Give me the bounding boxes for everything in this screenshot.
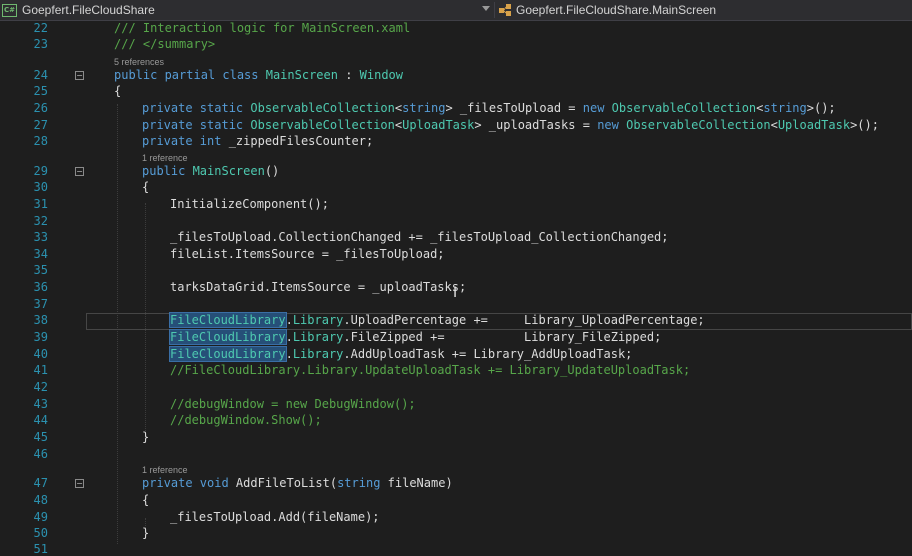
code-text: //debugWindow = new DebugWindow(); (170, 397, 416, 411)
line-number: 48 (33, 493, 48, 507)
line-number: 32 (33, 214, 48, 228)
codelens-references[interactable]: 5 references (114, 57, 164, 67)
code-text: { (114, 84, 122, 98)
codelens-references[interactable]: 1 reference (142, 465, 188, 475)
divider (494, 2, 495, 18)
selected-text: FileCloudLibrary (169, 329, 287, 345)
code-text: _filesToUpload.CollectionChanged += _fil… (170, 230, 669, 244)
code-text: } (142, 430, 150, 444)
line-number: 40 (33, 347, 48, 361)
csharp-project-icon: C# (2, 3, 17, 17)
chevron-down-icon[interactable] (482, 6, 490, 11)
line-number: 27 (33, 118, 48, 132)
line-number: 41 (33, 363, 48, 377)
code-text: //debugWindow.Show(); (170, 413, 322, 427)
ibeam-cursor-icon: I (453, 285, 458, 301)
line-number: 25 (33, 84, 48, 98)
selected-text: FileCloudLibrary (169, 312, 287, 328)
class-icon (499, 4, 511, 16)
navigation-bar: C# Goepfert.FileCloudShare Goepfert.File… (0, 0, 912, 21)
line-number: 50 (33, 526, 48, 540)
line-number: 42 (33, 380, 48, 394)
type-name: Goepfert.FileCloudShare.MainScreen (516, 3, 717, 17)
code-text: public MainScreen() (142, 164, 280, 178)
code-editor[interactable]: 22 /// Interaction logic for MainScreen.… (0, 21, 912, 556)
code-text: public partial class MainScreen : Window (114, 68, 404, 82)
code-text: FileCloudLibrary.Library.AddUploadTask +… (169, 346, 633, 362)
line-number: 31 (33, 197, 48, 211)
line-number: 43 (33, 397, 48, 411)
code-text: _filesToUpload.Add(fileName); (170, 510, 380, 524)
code-text: /// </summary> (114, 37, 216, 51)
line-number: 24 (33, 68, 48, 82)
fold-collapse-icon[interactable]: − (75, 167, 84, 176)
project-name: Goepfert.FileCloudShare (22, 3, 155, 17)
code-text: FileCloudLibrary.Library.FileZipped += L… (169, 329, 662, 345)
codelens-references[interactable]: 1 reference (142, 153, 188, 163)
code-text: tarksDataGrid.ItemsSource = _uploadTasks… (170, 280, 467, 294)
line-number: 35 (33, 263, 48, 277)
fold-collapse-icon[interactable]: − (75, 71, 84, 80)
code-text: FileCloudLibrary.Library.UploadPercentag… (169, 312, 705, 328)
code-text: InitializeComponent(); (170, 197, 329, 211)
line-number: 29 (33, 164, 48, 178)
line-number: 33 (33, 230, 48, 244)
code-text: /// Interaction logic for MainScreen.xam… (114, 21, 411, 35)
line-number: 37 (33, 297, 48, 311)
line-number: 28 (33, 134, 48, 148)
code-text: private static ObservableCollection<Uplo… (142, 118, 879, 132)
line-number: 34 (33, 247, 48, 261)
line-number: 39 (33, 330, 48, 344)
selected-text: FileCloudLibrary (169, 346, 287, 362)
line-number: 36 (33, 280, 48, 294)
project-dropdown[interactable]: C# Goepfert.FileCloudShare (2, 0, 494, 20)
line-number: 44 (33, 413, 48, 427)
line-number: 45 (33, 430, 48, 444)
code-text: { (142, 493, 150, 507)
code-text: private static ObservableCollection<stri… (142, 101, 836, 115)
line-number: 49 (33, 510, 48, 524)
line-number: 26 (33, 101, 48, 115)
line-number: 23 (33, 37, 48, 51)
line-number: 30 (33, 180, 48, 194)
code-text: private int _zippedFilesCounter; (142, 134, 374, 148)
code-text: { (142, 180, 150, 194)
code-text: //FileCloudLibrary.Library.UpdateUploadT… (170, 363, 691, 377)
line-number: 22 (33, 21, 48, 35)
code-text: private void AddFileToList(string fileNa… (142, 476, 453, 490)
code-text: } (142, 526, 150, 540)
type-dropdown[interactable]: Goepfert.FileCloudShare.MainScreen (498, 0, 912, 20)
line-number: 46 (33, 447, 48, 461)
code-text: fileList.ItemsSource = _filesToUpload; (170, 247, 445, 261)
fold-collapse-icon[interactable]: − (75, 479, 84, 488)
line-number: 38 (33, 313, 48, 327)
line-number: 47 (33, 476, 48, 490)
line-number: 51 (33, 542, 48, 556)
